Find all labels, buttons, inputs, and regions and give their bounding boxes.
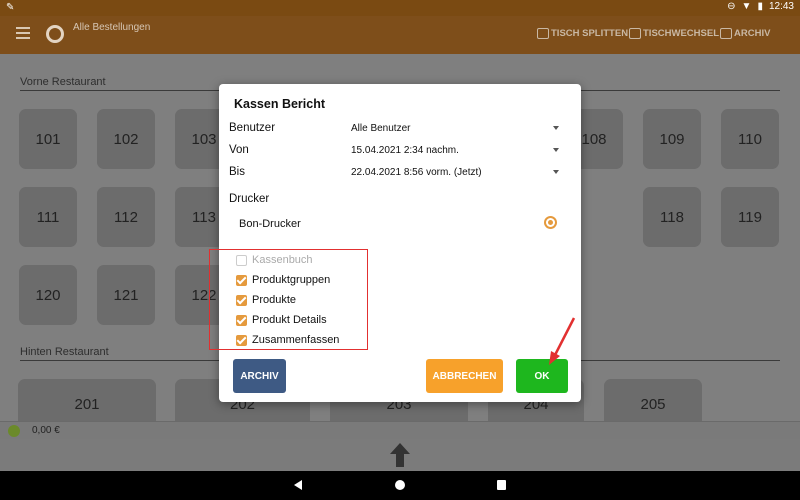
archive-button[interactable]: ARCHIV — [720, 28, 770, 39]
printer-option-label[interactable]: Bon-Drucker — [239, 218, 301, 230]
table-button[interactable]: 120 — [19, 265, 77, 325]
wifi-icon: ▼ — [741, 1, 752, 12]
system-nav-bar — [0, 471, 800, 500]
archive-icon — [720, 28, 732, 39]
dialog-title: Kassen Bericht — [234, 97, 326, 111]
recent-apps-icon[interactable] — [497, 480, 506, 490]
home-icon[interactable] — [395, 480, 405, 490]
dnd-icon: ⊖ — [727, 1, 736, 12]
menu-icon[interactable] — [16, 27, 30, 41]
table-button[interactable]: 101 — [19, 109, 77, 169]
total-bar: 0,00 € — [0, 421, 800, 439]
from-date-select[interactable]: 15.04.2021 2:34 nachm. — [351, 145, 459, 156]
table-button[interactable]: 111 — [19, 187, 77, 247]
split-table-icon — [537, 28, 549, 39]
kassen-bericht-dialog: Kassen Bericht Benutzer Alle Benutzer Vo… — [219, 84, 581, 402]
battery-icon: ▮ — [757, 1, 763, 12]
app-notification-icon: ✎ — [6, 2, 15, 13]
from-label: Von — [229, 144, 249, 156]
back-icon[interactable] — [294, 480, 302, 490]
table-button[interactable]: 112 — [97, 187, 155, 247]
annotation-highlight-box — [209, 249, 368, 350]
chevron-down-icon[interactable] — [553, 170, 559, 174]
table-button[interactable]: 118 — [643, 187, 701, 247]
table-button[interactable]: 110 — [721, 109, 779, 169]
cancel-button[interactable]: ABBRECHEN — [426, 359, 503, 393]
table-button[interactable]: 119 — [721, 187, 779, 247]
printer-label: Drucker — [229, 193, 270, 205]
table-change-icon — [629, 28, 641, 39]
table-button[interactable]: 102 — [97, 109, 155, 169]
to-label: Bis — [229, 166, 245, 178]
bottom-panel — [0, 439, 800, 471]
app-bar: Alle Bestellungen TISCH SPLITTEN TISCHWE… — [0, 16, 800, 54]
to-date-select[interactable]: 22.04.2021 8:56 vorm. (Jetzt) — [351, 167, 482, 178]
app-logo-icon — [46, 25, 64, 43]
up-arrow-icon[interactable] — [389, 441, 411, 469]
clock: 12:43 — [768, 1, 794, 12]
table-change-button[interactable]: TISCHWECHSEL — [629, 28, 719, 39]
annotation-arrow-icon — [549, 317, 576, 365]
chevron-down-icon[interactable] — [553, 148, 559, 152]
table-button[interactable]: 109 — [643, 109, 701, 169]
section-hinten-label: Hinten Restaurant — [20, 346, 109, 358]
app-title: Alle Bestellungen — [73, 22, 151, 33]
section-vorne-label: Vorne Restaurant — [20, 76, 106, 88]
user-select[interactable]: Alle Benutzer — [351, 123, 410, 134]
total-amount: 0,00 € — [32, 425, 60, 436]
status-bar: ✎ ⊖ ▼ ▮ 12:43 — [0, 0, 800, 16]
split-table-button[interactable]: TISCH SPLITTEN — [537, 28, 628, 39]
chevron-down-icon[interactable] — [553, 126, 559, 130]
table-button[interactable]: 121 — [97, 265, 155, 325]
money-icon — [8, 425, 20, 437]
user-label: Benutzer — [229, 122, 276, 134]
printer-radio[interactable] — [544, 216, 557, 229]
archiv-button[interactable]: ARCHIV — [233, 359, 286, 393]
